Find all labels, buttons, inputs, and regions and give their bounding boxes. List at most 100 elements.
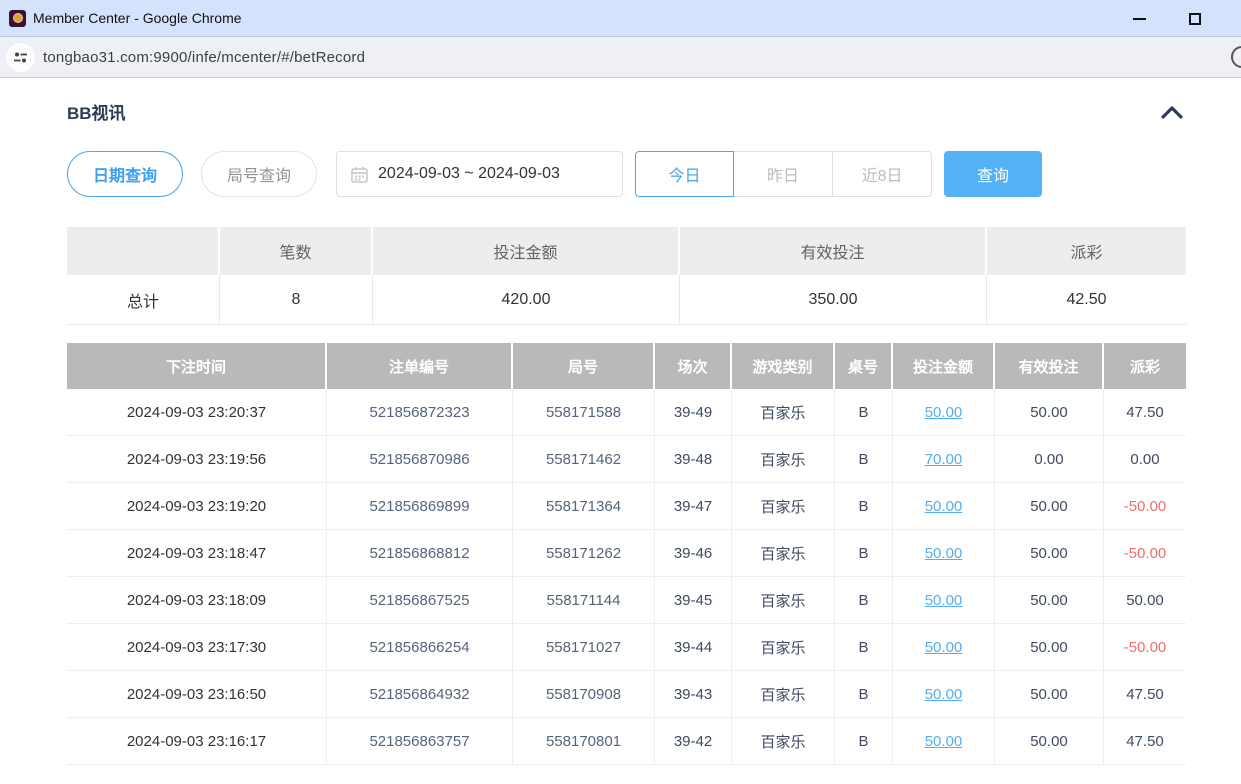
- maximize-icon: [1189, 13, 1201, 25]
- cell-session: 39-49: [655, 389, 732, 435]
- cell-round-id: 558171262: [513, 530, 655, 576]
- quick-range-today[interactable]: 今日: [635, 151, 734, 197]
- collapse-section-button[interactable]: [1158, 102, 1186, 122]
- summary-header-blank: [67, 227, 220, 275]
- cell-bet-id: 521856864932: [327, 671, 513, 717]
- bet-table-header-row: 下注时间 注单编号 局号 场次 游戏类别 桌号 投注金额 有效投注 派彩: [67, 343, 1186, 389]
- cell-bet-amount: 50.00: [893, 671, 995, 717]
- maximize-button[interactable]: [1167, 0, 1223, 37]
- window-title: Member Center - Google Chrome: [33, 10, 242, 26]
- summary-header-valid-bet: 有效投注: [680, 227, 987, 275]
- bet-table-row: 2024-09-03 23:20:37521856872323558171588…: [67, 389, 1186, 436]
- cell-time: 2024-09-03 23:18:47: [67, 530, 327, 576]
- cell-round-id: 558171364: [513, 483, 655, 529]
- cell-game: 百家乐: [732, 389, 835, 435]
- minimize-icon: [1133, 18, 1146, 20]
- cell-table: B: [835, 436, 893, 482]
- bet-amount-link[interactable]: 50.00: [925, 545, 963, 562]
- address-bar[interactable]: tongbao31.com:9900/infe/mcenter/#/betRec…: [0, 37, 1241, 78]
- summary-header-payout: 派彩: [987, 227, 1186, 275]
- round-query-tab[interactable]: 局号查询: [201, 151, 317, 197]
- cell-game: 百家乐: [732, 624, 835, 670]
- bet-amount-link[interactable]: 70.00: [925, 451, 963, 468]
- cell-session: 39-42: [655, 718, 732, 764]
- date-query-tab[interactable]: 日期查询: [67, 151, 183, 197]
- cell-time: 2024-09-03 23:16:17: [67, 718, 327, 764]
- cell-session: 39-43: [655, 671, 732, 717]
- cell-session: 39-45: [655, 577, 732, 623]
- cell-round-id: 558170801: [513, 718, 655, 764]
- clipped-extension-icon: [1231, 46, 1241, 68]
- date-range-value: 2024-09-03 ~ 2024-09-03: [378, 165, 560, 183]
- bet-amount-link[interactable]: 50.00: [925, 639, 963, 656]
- cell-bet-id: 521856867525: [327, 577, 513, 623]
- cell-bet-amount: 50.00: [893, 389, 995, 435]
- summary-valid-bet-value: 350.00: [680, 275, 987, 324]
- cell-bet-id: 521856870986: [327, 436, 513, 482]
- cell-time: 2024-09-03 23:18:09: [67, 577, 327, 623]
- cell-bet-id: 521856866254: [327, 624, 513, 670]
- summary-total-label: 总计: [67, 275, 220, 324]
- minimize-button[interactable]: [1111, 0, 1167, 37]
- cell-valid-bet: 50.00: [995, 718, 1104, 764]
- chevron-up-icon: [1160, 105, 1184, 119]
- bet-amount-link[interactable]: 50.00: [925, 404, 963, 421]
- bet-table-row: 2024-09-03 23:16:17521856863757558170801…: [67, 718, 1186, 765]
- bet-table-row: 2024-09-03 23:18:09521856867525558171144…: [67, 577, 1186, 624]
- window-title-bar: Member Center - Google Chrome: [0, 0, 1241, 37]
- cell-payout: 50.00: [1104, 577, 1186, 623]
- bet-table-row: 2024-09-03 23:19:20521856869899558171364…: [67, 483, 1186, 530]
- cell-payout: 47.50: [1104, 671, 1186, 717]
- cell-game: 百家乐: [732, 577, 835, 623]
- quick-range-last8days[interactable]: 近8日: [833, 151, 932, 197]
- cell-payout: -50.00: [1104, 530, 1186, 576]
- bet-table-rows: 2024-09-03 23:20:37521856872323558171588…: [67, 389, 1186, 765]
- cell-time: 2024-09-03 23:17:30: [67, 624, 327, 670]
- date-range-input[interactable]: 2024-09-03 ~ 2024-09-03: [336, 151, 623, 197]
- cell-time: 2024-09-03 23:16:50: [67, 671, 327, 717]
- casino-chip-icon: [9, 10, 26, 27]
- bet-record-page: BB视讯 日期查询 局号查询: [0, 78, 1241, 765]
- cell-payout: 0.00: [1104, 436, 1186, 482]
- cell-game: 百家乐: [732, 530, 835, 576]
- cell-bet-amount: 50.00: [893, 624, 995, 670]
- cell-table: B: [835, 530, 893, 576]
- cell-bet-amount: 50.00: [893, 718, 995, 764]
- section-title: BB视讯: [67, 99, 126, 124]
- cell-valid-bet: 50.00: [995, 624, 1104, 670]
- bet-amount-link[interactable]: 50.00: [925, 498, 963, 515]
- header-valid-bet: 有效投注: [995, 343, 1104, 389]
- header-round-id: 局号: [513, 343, 655, 389]
- cell-valid-bet: 0.00: [995, 436, 1104, 482]
- cell-game: 百家乐: [732, 718, 835, 764]
- cell-valid-bet: 50.00: [995, 671, 1104, 717]
- quick-range-yesterday[interactable]: 昨日: [734, 151, 833, 197]
- bet-amount-link[interactable]: 50.00: [925, 733, 963, 750]
- cell-valid-bet: 50.00: [995, 483, 1104, 529]
- header-game-type: 游戏类别: [732, 343, 835, 389]
- cell-game: 百家乐: [732, 436, 835, 482]
- url-text[interactable]: tongbao31.com:9900/infe/mcenter/#/betRec…: [43, 49, 365, 66]
- summary-count-value: 8: [220, 275, 373, 324]
- cell-bet-id: 521856863757: [327, 718, 513, 764]
- site-settings-button[interactable]: [6, 43, 35, 72]
- bet-amount-link[interactable]: 50.00: [925, 592, 963, 609]
- bet-table-row: 2024-09-03 23:16:50521856864932558170908…: [67, 671, 1186, 718]
- header-bet-time: 下注时间: [67, 343, 327, 389]
- summary-table: 笔数 投注金额 有效投注 派彩 总计 8 420.00 350.00 42.50: [67, 227, 1186, 325]
- quick-range-group: 今日 昨日 近8日: [635, 151, 932, 197]
- cell-valid-bet: 50.00: [995, 577, 1104, 623]
- bet-amount-link[interactable]: 50.00: [925, 686, 963, 703]
- cell-payout: -50.00: [1104, 624, 1186, 670]
- header-payout: 派彩: [1104, 343, 1186, 389]
- cell-round-id: 558171027: [513, 624, 655, 670]
- summary-header-row: 笔数 投注金额 有效投注 派彩: [67, 227, 1186, 275]
- summary-header-count: 笔数: [220, 227, 373, 275]
- cell-bet-id: 521856872323: [327, 389, 513, 435]
- filter-toolbar: 日期查询 局号查询 2024-09-03 ~ 2024-09-03 今日: [67, 151, 1186, 197]
- cell-table: B: [835, 624, 893, 670]
- cell-bet-amount: 70.00: [893, 436, 995, 482]
- search-button[interactable]: 查询: [944, 151, 1042, 197]
- bet-table-row: 2024-09-03 23:17:30521856866254558171027…: [67, 624, 1186, 671]
- summary-bet-amount-value: 420.00: [373, 275, 680, 324]
